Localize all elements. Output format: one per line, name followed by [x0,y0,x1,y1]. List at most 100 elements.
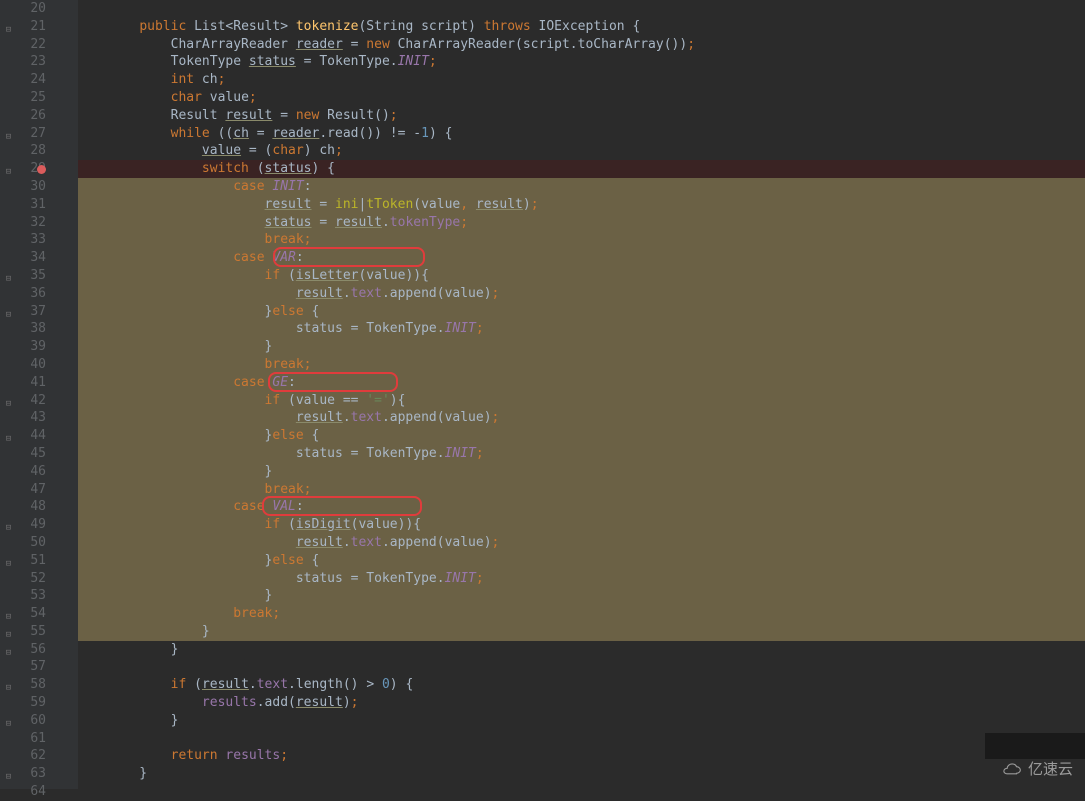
code-line[interactable]: status = TokenType.INIT; [78,570,1085,588]
code-line[interactable]: } [78,623,1085,641]
line-number[interactable]: 32 [0,214,46,232]
code-line[interactable]: } [78,765,1085,783]
code-line[interactable]: TokenType status = TokenType.INIT; [78,53,1085,71]
line-number[interactable]: 61 [0,730,46,748]
fold-icon[interactable]: ⊟ [4,716,13,725]
line-number[interactable]: 52 [0,570,46,588]
line-number[interactable]: 46 [0,463,46,481]
fold-icon[interactable]: ⊟ [4,431,13,440]
code-line[interactable]: case INIT: [78,178,1085,196]
code-line[interactable]: case GE: [78,374,1085,392]
line-number[interactable]: 37⊟ [0,303,46,321]
code-line[interactable]: if (value == '='){ [78,392,1085,410]
line-number[interactable]: 31 [0,196,46,214]
code-line[interactable]: if (isLetter(value)){ [78,267,1085,285]
fold-icon[interactable]: ⊟ [4,769,13,778]
fold-icon[interactable]: ⊟ [4,645,13,654]
line-number[interactable]: 40 [0,356,46,374]
code-line[interactable]: while ((ch = reader.read()) != -1) { [78,125,1085,143]
line-number[interactable]: 60⊟ [0,712,46,730]
code-line[interactable]: int ch; [78,71,1085,89]
fold-icon[interactable]: ⊟ [4,271,13,280]
line-number[interactable]: 20 [0,0,46,18]
code-line[interactable]: CharArrayReader reader = new CharArrayRe… [78,36,1085,54]
gutter[interactable]: 2021⊟222324252627⊟2829⊟303132333435⊟3637… [0,0,78,789]
line-number[interactable]: 35⊟ [0,267,46,285]
code-line[interactable]: } [78,338,1085,356]
line-number[interactable]: 56⊟ [0,641,46,659]
line-number[interactable]: 36 [0,285,46,303]
breakpoint-icon[interactable] [37,165,46,174]
code-line[interactable] [78,658,1085,676]
line-number[interactable]: 29⊟ [0,160,46,178]
line-number[interactable]: 30 [0,178,46,196]
code-line[interactable]: status = TokenType.INIT; [78,320,1085,338]
fold-icon[interactable]: ⊟ [4,22,13,31]
line-number[interactable]: 23 [0,53,46,71]
line-number[interactable]: 53 [0,587,46,605]
line-number[interactable]: 64 [0,783,46,801]
code-line[interactable]: break; [78,231,1085,249]
line-number[interactable]: 22 [0,36,46,54]
line-number[interactable]: 42⊟ [0,392,46,410]
code-line[interactable]: result.text.append(value); [78,409,1085,427]
code-area[interactable]: public List<Result> tokenize(String scri… [78,0,1085,789]
line-number[interactable]: 34 [0,249,46,267]
code-line[interactable]: result = ini|tToken(value, result); [78,196,1085,214]
line-number[interactable]: 41 [0,374,46,392]
line-number[interactable]: 57 [0,658,46,676]
line-number[interactable]: 26 [0,107,46,125]
code-line[interactable]: public List<Result> tokenize(String scri… [78,18,1085,36]
code-line[interactable]: } [78,463,1085,481]
line-number[interactable]: 28 [0,142,46,160]
line-number[interactable]: 51⊟ [0,552,46,570]
code-line[interactable]: }else { [78,303,1085,321]
fold-icon[interactable]: ⊟ [4,129,13,138]
fold-icon[interactable]: ⊟ [4,680,13,689]
fold-icon[interactable]: ⊟ [4,307,13,316]
line-number[interactable]: 59 [0,694,46,712]
line-number[interactable]: 43 [0,409,46,427]
code-line[interactable]: Result result = new Result(); [78,107,1085,125]
code-line[interactable]: break; [78,481,1085,499]
code-line[interactable]: value = (char) ch; [78,142,1085,160]
code-line[interactable]: if (result.text.length() > 0) { [78,676,1085,694]
code-editor[interactable]: 2021⊟222324252627⊟2829⊟303132333435⊟3637… [0,0,1085,789]
line-number[interactable]: 50 [0,534,46,552]
line-number[interactable]: 63⊟ [0,765,46,783]
line-number[interactable]: 27⊟ [0,125,46,143]
code-line[interactable]: char value; [78,89,1085,107]
line-number[interactable]: 33 [0,231,46,249]
code-line[interactable]: switch (status) { [78,160,1085,178]
fold-icon[interactable]: ⊟ [4,520,13,529]
code-line[interactable]: case VAL: [78,498,1085,516]
code-line[interactable] [78,0,1085,18]
line-number[interactable]: 62 [0,747,46,765]
code-line[interactable]: result.text.append(value); [78,285,1085,303]
line-number[interactable]: 25 [0,89,46,107]
code-line[interactable]: }else { [78,427,1085,445]
fold-icon[interactable]: ⊟ [4,609,13,618]
line-number[interactable]: 49⊟ [0,516,46,534]
code-line[interactable]: } [78,712,1085,730]
code-line[interactable]: break; [78,356,1085,374]
fold-icon[interactable]: ⊟ [4,627,13,636]
code-line[interactable]: return results; [78,747,1085,765]
code-line[interactable]: } [78,641,1085,659]
line-number[interactable]: 45 [0,445,46,463]
line-number[interactable]: 24 [0,71,46,89]
code-line[interactable]: } [78,587,1085,605]
code-line[interactable]: if (isDigit(value)){ [78,516,1085,534]
line-number[interactable]: 55⊟ [0,623,46,641]
line-number[interactable]: 47 [0,481,46,499]
fold-icon[interactable]: ⊟ [4,556,13,565]
line-number[interactable]: 39 [0,338,46,356]
code-line[interactable] [78,730,1085,748]
line-number[interactable]: 48 [0,498,46,516]
line-number[interactable]: 54⊟ [0,605,46,623]
code-line[interactable]: }else { [78,552,1085,570]
code-line[interactable]: results.add(result); [78,694,1085,712]
line-number[interactable]: 58⊟ [0,676,46,694]
line-number[interactable]: 44⊟ [0,427,46,445]
code-line[interactable]: status = TokenType.INIT; [78,445,1085,463]
